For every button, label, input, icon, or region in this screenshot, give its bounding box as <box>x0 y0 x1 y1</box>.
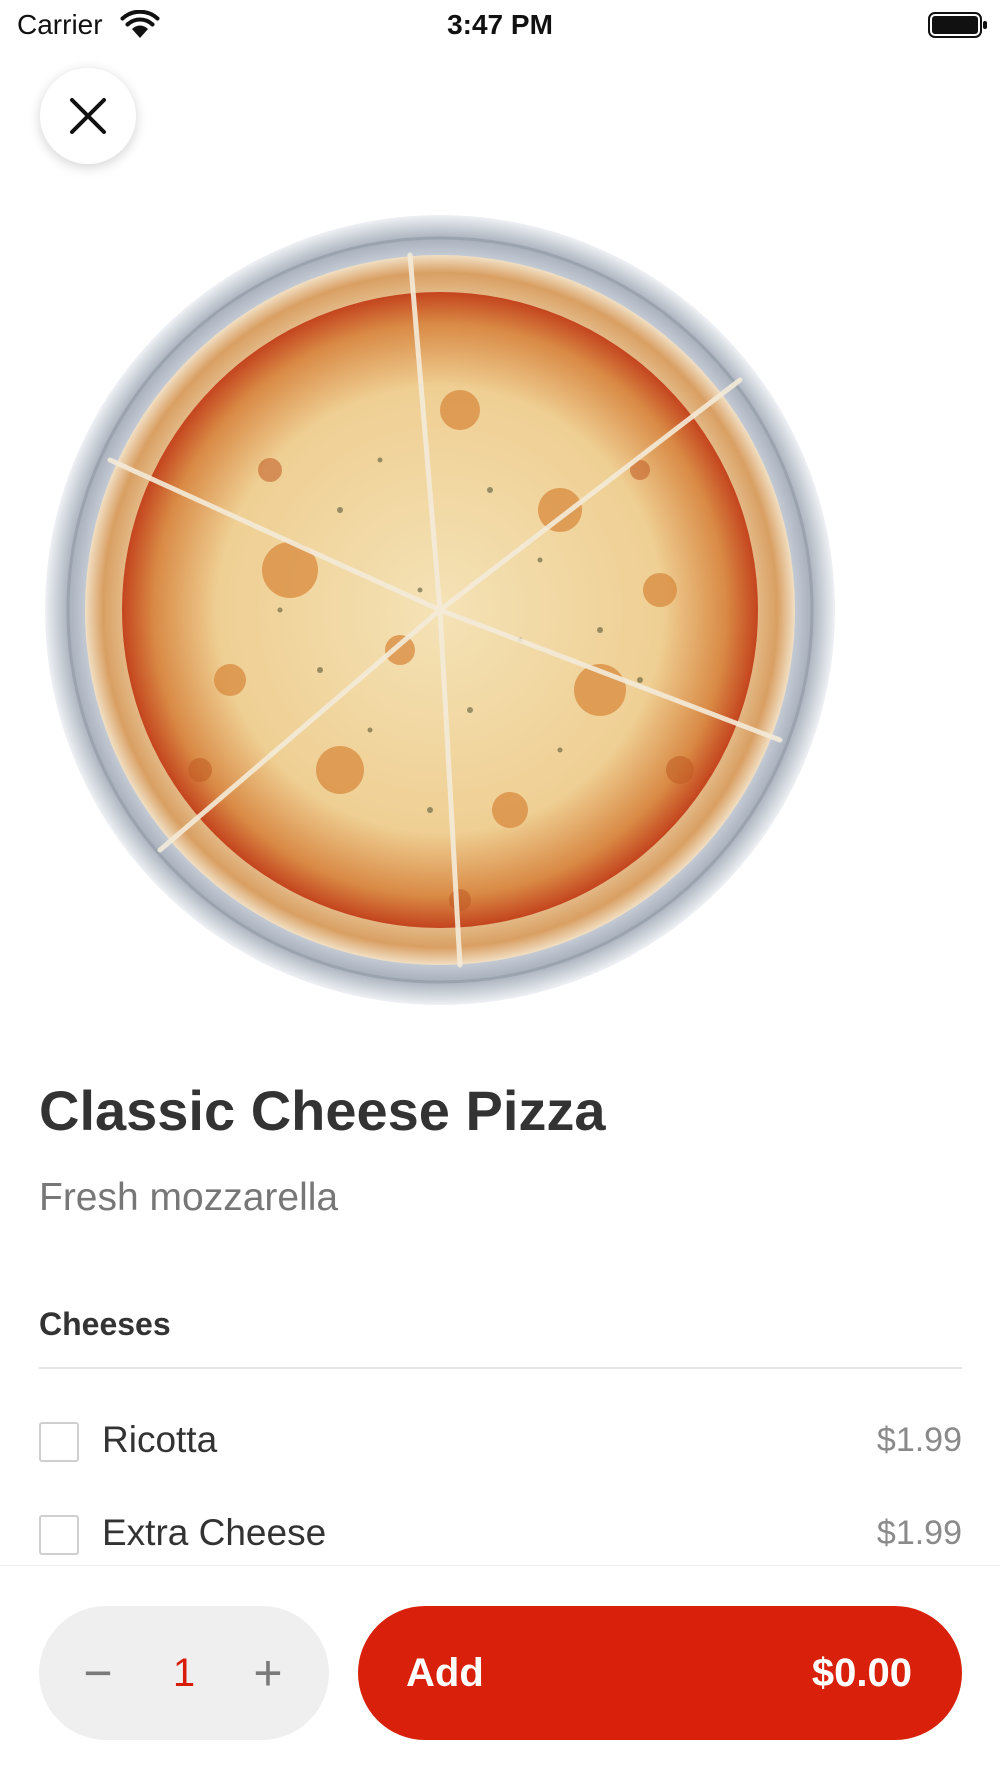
section-divider <box>39 1367 962 1369</box>
section-title-cheeses: Cheeses <box>39 1306 171 1342</box>
battery-icon <box>928 12 988 38</box>
pizza-photo <box>40 210 840 1010</box>
extra-cheese-checkbox[interactable] <box>39 1515 79 1555</box>
option-row-extra-cheese[interactable]: Extra Cheese $1.99 <box>39 1506 962 1566</box>
increment-button[interactable]: + <box>228 1606 308 1740</box>
option-price: $1.99 <box>876 1514 962 1552</box>
product-description: Fresh mozzarella <box>39 1176 339 1219</box>
status-bar: Carrier 3:47 PM <box>0 0 1000 50</box>
add-button-label: Add <box>406 1650 484 1695</box>
add-button-price: $0.00 <box>811 1650 912 1695</box>
bottom-bar: − 1 + Add $0.00 <box>0 1565 1000 1779</box>
product-title: Classic Cheese Pizza <box>39 1079 606 1142</box>
close-icon <box>70 98 106 134</box>
quantity-stepper: − 1 + <box>39 1606 329 1740</box>
ricotta-checkbox[interactable] <box>39 1422 79 1462</box>
status-time: 3:47 PM <box>447 9 553 40</box>
option-name: Ricotta <box>102 1419 218 1460</box>
quantity-value: 1 <box>172 1650 196 1695</box>
decrement-button[interactable]: − <box>58 1606 138 1740</box>
option-name: Extra Cheese <box>102 1512 327 1553</box>
add-to-cart-button[interactable]: Add $0.00 <box>358 1606 962 1740</box>
close-button[interactable] <box>40 68 136 164</box>
option-price: $1.99 <box>876 1421 962 1459</box>
option-row-ricotta[interactable]: Ricotta $1.99 <box>39 1413 962 1473</box>
